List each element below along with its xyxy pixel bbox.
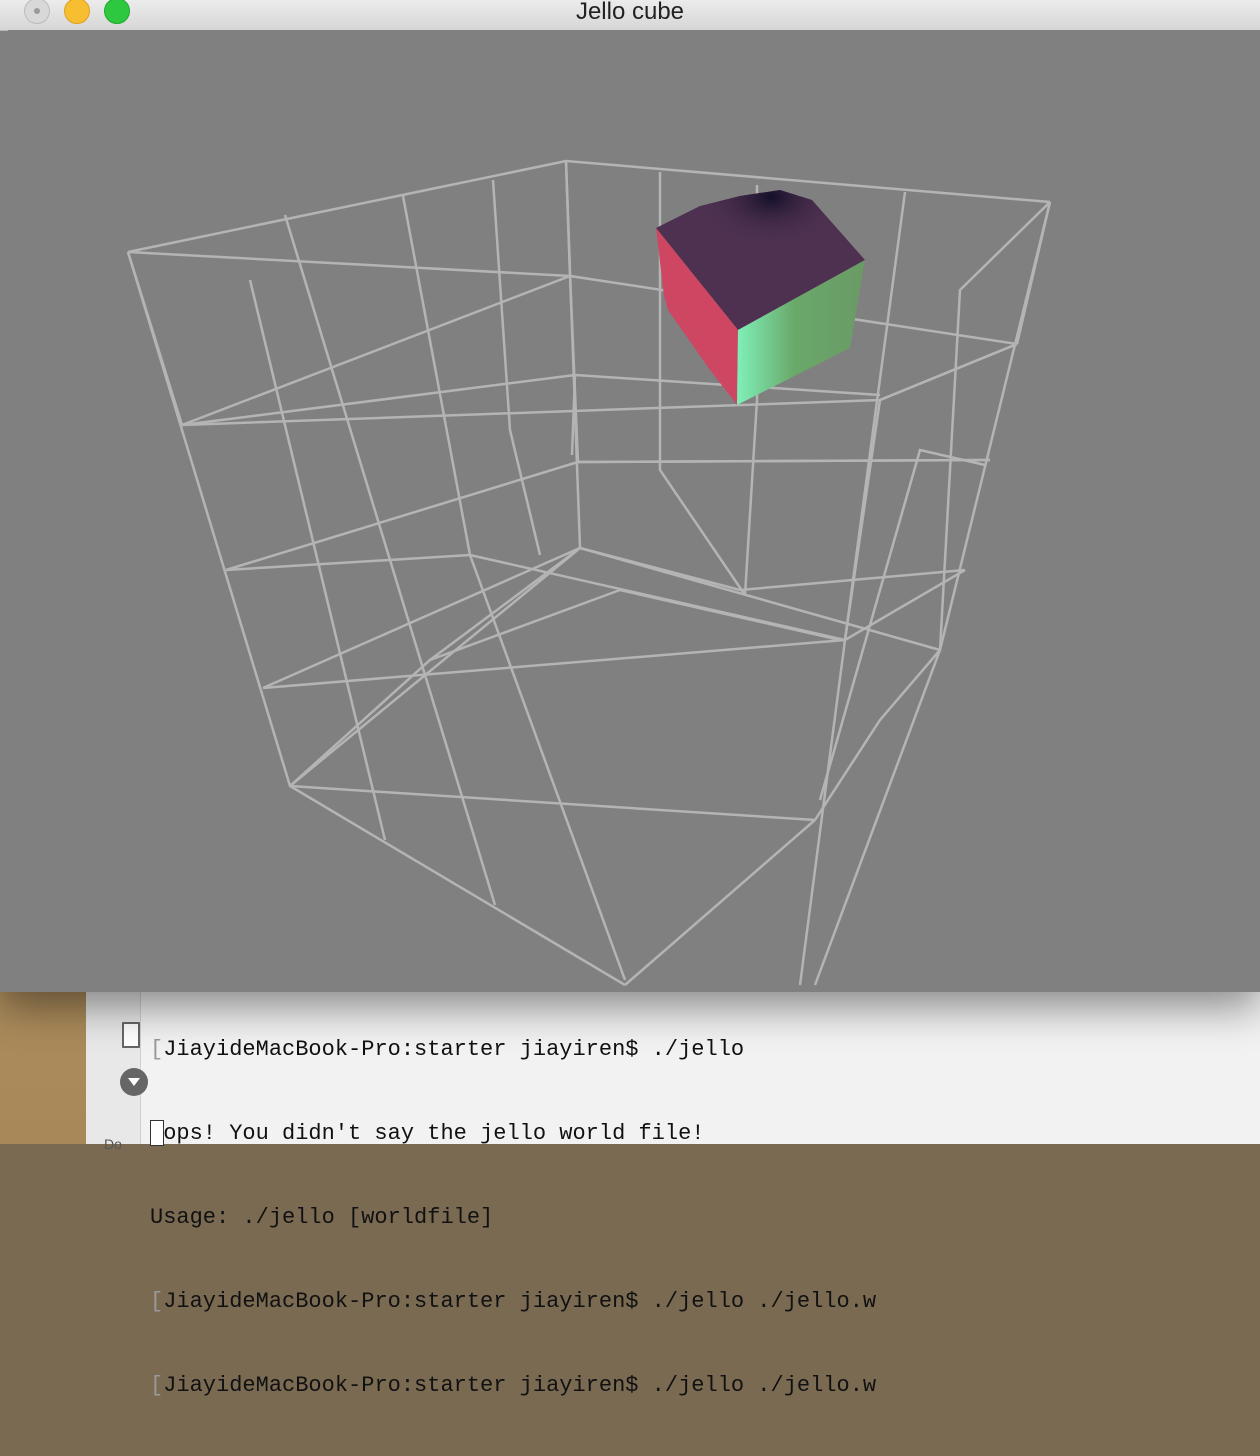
- wireframe-edge: [225, 460, 579, 572]
- wireframe-edge: [401, 195, 627, 981]
- wireframe-edge: [570, 374, 577, 456]
- terminal-line: [JiayideMacBook-Pro:starter jiayiren$ ./…: [150, 1373, 877, 1398]
- wireframe-edge: [126, 251, 626, 987]
- wireframe-edge: [248, 279, 387, 841]
- jello-window[interactable]: Jello cube: [0, 0, 1260, 992]
- terminal-line: Usage: ./jello [worldfile]: [150, 1205, 494, 1230]
- terminal-cursor: [150, 1120, 164, 1146]
- wireframe-edge: [429, 588, 841, 662]
- wireframe-edge: [262, 638, 846, 690]
- scene-canvas: [126, 159, 1052, 987]
- wireframe-edge: [127, 250, 571, 278]
- wireframe-edge: [181, 274, 571, 427]
- bounding-box-wireframe: [126, 159, 1052, 987]
- terminal-line: [JiayideMacBook-Pro:starter jiayiren$ ./…: [150, 1037, 745, 1062]
- opengl-viewport[interactable]: [8, 30, 1260, 992]
- wireframe-edge: [289, 784, 816, 822]
- wireframe-edge: [843, 342, 1018, 641]
- download-icon[interactable]: [120, 1068, 148, 1096]
- jello-cube: [656, 190, 865, 405]
- wireframe-edge: [181, 342, 1018, 427]
- terminal-line: [JiayideMacBook-Pro:starter jiayiren$ ./…: [150, 1289, 877, 1314]
- wireframe-edge: [624, 819, 816, 986]
- sidebar-label: Do: [104, 1136, 122, 1152]
- wireframe-edge: [577, 458, 991, 464]
- wireframe-edge: [127, 159, 1051, 254]
- wireframe-edge: [491, 179, 542, 556]
- document-icon[interactable]: [122, 1022, 140, 1048]
- wireframe-edge: [579, 546, 966, 592]
- terminal-output: [JiayideMacBook-Pro:starter jiayiren$ ./…: [150, 980, 876, 1456]
